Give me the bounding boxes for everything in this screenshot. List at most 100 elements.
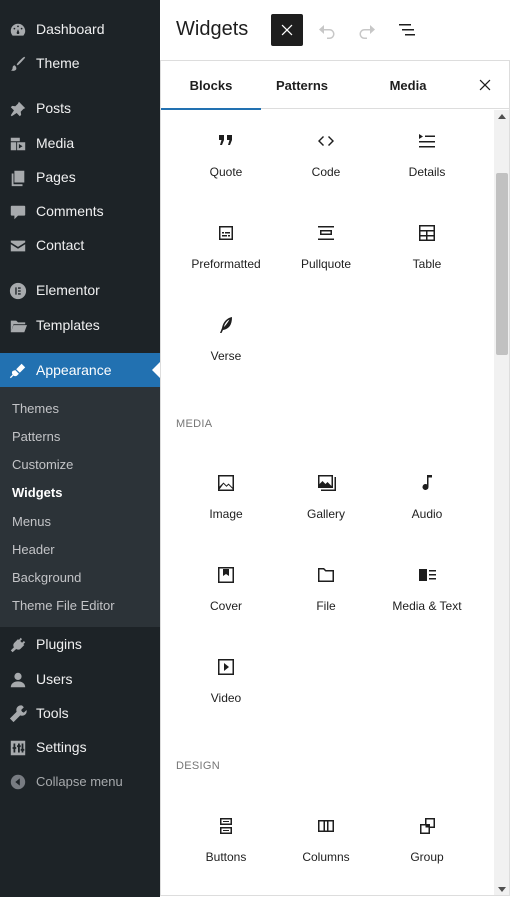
block-image[interactable]: Image (176, 465, 276, 549)
list-view-icon (399, 24, 415, 36)
tab-blocks[interactable]: Blocks (161, 61, 261, 110)
submenu-item-background[interactable]: Background (12, 570, 81, 585)
redo-icon (359, 25, 375, 39)
pin-icon (8, 99, 28, 119)
menu-item-users[interactable]: Users (0, 662, 160, 696)
submenu-item-theme-file-editor[interactable]: Theme File Editor (12, 598, 115, 613)
media-icon (8, 134, 28, 154)
close-inserter-button[interactable] (473, 73, 497, 97)
menu-label: Pages (36, 169, 76, 185)
inserter-tabs: Blocks Patterns Media (161, 61, 509, 110)
category-heading-design: DESIGN (176, 760, 220, 772)
undo-button[interactable] (311, 14, 343, 46)
paintbrush-icon (8, 361, 28, 381)
brush-icon (8, 54, 28, 74)
submenu-item-patterns[interactable]: Patterns (12, 429, 60, 444)
details-icon (417, 131, 437, 151)
video-icon (216, 657, 236, 677)
menu-label: Media (36, 135, 75, 151)
close-icon (479, 79, 491, 91)
collapse-icon (8, 772, 28, 792)
menu-item-plugins[interactable]: Plugins (0, 627, 160, 661)
menu-item-dashboard[interactable]: Dashboard (0, 12, 160, 46)
submenu-item-menus[interactable]: Menus (12, 514, 51, 529)
inserter-scrollbar[interactable] (494, 110, 509, 895)
block-verse[interactable]: Verse (176, 307, 276, 391)
block-cover[interactable]: Cover (176, 557, 276, 641)
folder-icon (8, 316, 28, 336)
menu-label: Templates (36, 317, 100, 333)
submenu-item-header[interactable]: Header (12, 542, 55, 557)
menu-item-appearance[interactable]: Appearance (0, 353, 160, 387)
block-file[interactable]: File (276, 557, 376, 641)
menu-label: Tools (36, 705, 69, 721)
menu-label: Contact (36, 237, 85, 253)
block-label: Media & Text (392, 599, 462, 613)
dashboard-icon (8, 20, 28, 40)
block-code[interactable]: Code (276, 123, 376, 207)
block-gallery[interactable]: Gallery (276, 465, 376, 549)
menu-item-templates[interactable]: Templates (0, 308, 160, 342)
menu-label: Posts (36, 100, 72, 116)
columns-icon (316, 816, 336, 836)
menu-label: Comments (36, 203, 104, 219)
block-media-text[interactable]: Media & Text (377, 557, 477, 641)
submenu-item-widgets[interactable]: Widgets (12, 485, 62, 500)
admin-sidebar: Dashboard Theme Posts Media Pages Commen… (0, 0, 160, 897)
menu-item-settings[interactable]: Settings (0, 730, 160, 764)
menu-label: Plugins (36, 636, 82, 652)
pullquote-icon (316, 223, 336, 243)
gallery-icon (316, 473, 336, 493)
menu-label: Elementor (36, 282, 100, 298)
block-buttons[interactable]: Buttons (176, 808, 276, 892)
block-label: Details (408, 165, 446, 179)
block-label: Verse (210, 349, 242, 363)
wrench-icon (8, 704, 28, 724)
code-icon (316, 131, 336, 151)
menu-item-contact[interactable]: Contact (0, 228, 160, 262)
collapse-menu-button[interactable]: Collapse menu (0, 764, 160, 798)
menu-label: Settings (36, 739, 87, 755)
verse-icon (216, 315, 236, 335)
block-table[interactable]: Table (377, 215, 477, 299)
tab-media[interactable]: Media (366, 61, 450, 109)
list-view-button[interactable] (391, 14, 423, 46)
menu-label: Collapse menu (36, 773, 123, 789)
scrollbar-thumb[interactable] (496, 173, 508, 355)
toggle-inserter-button[interactable] (271, 14, 303, 46)
menu-item-theme[interactable]: Theme (0, 46, 160, 80)
block-columns[interactable]: Columns (276, 808, 376, 892)
appearance-submenu: Themes Patterns Customize Widgets Menus … (0, 387, 160, 627)
preformatted-icon (216, 223, 236, 243)
group-icon (417, 816, 437, 836)
block-group[interactable]: Group (377, 808, 477, 892)
undo-icon (319, 25, 335, 39)
menu-item-posts[interactable]: Posts (0, 91, 160, 125)
elementor-icon (8, 281, 28, 301)
submenu-item-customize[interactable]: Customize (12, 457, 73, 472)
block-audio[interactable]: Audio (377, 465, 477, 549)
menu-item-elementor[interactable]: Elementor (0, 273, 160, 307)
scroll-up-arrow-icon[interactable] (498, 114, 506, 119)
scroll-down-arrow-icon[interactable] (498, 887, 506, 892)
menu-label: Dashboard (36, 21, 105, 37)
block-label: Video (210, 691, 242, 705)
redo-button[interactable] (351, 14, 383, 46)
block-details[interactable]: Details (377, 123, 477, 207)
block-pullquote[interactable]: Pullquote (276, 215, 376, 299)
menu-item-comments[interactable]: Comments (0, 194, 160, 228)
media-text-icon (417, 565, 437, 585)
comment-icon (8, 202, 28, 222)
submenu-item-themes[interactable]: Themes (12, 401, 59, 416)
menu-item-pages[interactable]: Pages (0, 160, 160, 194)
block-label: Audio (411, 507, 443, 521)
block-label: Group (410, 850, 444, 864)
user-icon (8, 670, 28, 690)
block-preformatted[interactable]: Preformatted (176, 215, 276, 299)
block-quote[interactable]: Quote (176, 123, 276, 207)
tab-patterns[interactable]: Patterns (261, 61, 343, 109)
block-video[interactable]: Video (176, 649, 276, 733)
menu-item-media[interactable]: Media (0, 126, 160, 160)
menu-item-tools[interactable]: Tools (0, 696, 160, 730)
plug-icon (8, 635, 28, 655)
